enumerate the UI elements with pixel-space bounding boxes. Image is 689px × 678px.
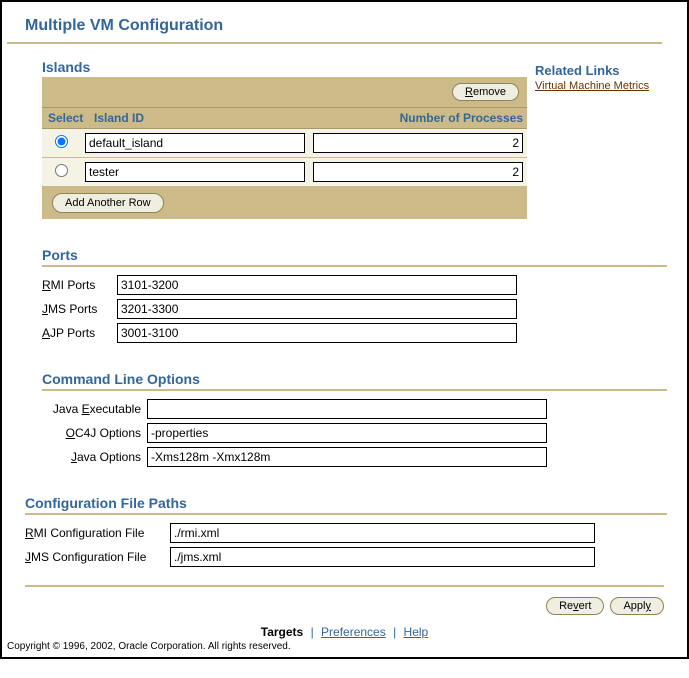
oc4j-options-input[interactable] [147, 423, 547, 443]
page-title: Multiple VM Configuration [7, 12, 682, 40]
rmi-config-file-label: RMI Configuration File [25, 526, 170, 540]
islands-table: Remove Select Island ID Number of Proces… [42, 77, 527, 219]
divider [25, 513, 667, 515]
divider [42, 265, 667, 267]
apply-button[interactable]: Apply [610, 597, 664, 615]
footer-help-link[interactable]: Help [404, 625, 429, 639]
jms-config-file-label: JMS Configuration File [25, 550, 170, 564]
col-header-select: Select [42, 108, 88, 128]
rmi-ports-input[interactable] [117, 275, 517, 295]
col-header-island-id: Island ID [88, 108, 307, 128]
related-links: Related Links Virtual Machine Metrics [535, 59, 649, 219]
section-heading-ports: Ports [42, 247, 667, 263]
revert-button[interactable]: Revert [546, 597, 604, 615]
footer-links: Targets | Preferences | Help [7, 625, 682, 639]
select-radio[interactable] [55, 135, 68, 148]
virtual-machine-metrics-link[interactable]: Virtual Machine Metrics [535, 80, 649, 92]
jms-ports-label: JMS Ports [42, 302, 117, 316]
footer-targets[interactable]: Targets [261, 625, 303, 639]
jms-ports-input[interactable] [117, 299, 517, 319]
divider [42, 389, 667, 391]
col-header-num-processes: Number of Processes [307, 108, 527, 128]
rmi-ports-label: RMI Ports [42, 278, 117, 292]
section-heading-cmd: Command Line Options [42, 371, 667, 387]
java-options-input[interactable] [147, 447, 547, 467]
copyright: Copyright © 1996, 2002, Oracle Corporati… [7, 639, 682, 652]
divider [7, 42, 662, 44]
table-row [42, 158, 527, 187]
java-executable-label: Java Executable [42, 402, 147, 416]
remove-button[interactable]: Remove [452, 83, 519, 101]
rmi-config-file-input[interactable] [170, 523, 595, 543]
num-processes-input[interactable] [313, 162, 523, 182]
num-processes-input[interactable] [313, 133, 523, 153]
table-row [42, 129, 527, 158]
section-heading-paths: Configuration File Paths [25, 495, 667, 511]
oc4j-options-label: OC4J Options [42, 426, 147, 440]
island-id-input[interactable] [85, 162, 305, 182]
island-id-input[interactable] [85, 133, 305, 153]
java-executable-input[interactable] [147, 399, 547, 419]
java-options-label: Java Options [42, 450, 147, 464]
ajp-ports-input[interactable] [117, 323, 517, 343]
footer-preferences-link[interactable]: Preferences [321, 625, 386, 639]
add-another-row-button[interactable]: Add Another Row [52, 193, 164, 213]
select-radio[interactable] [55, 164, 68, 177]
jms-config-file-input[interactable] [170, 547, 595, 567]
section-heading-islands: Islands [42, 59, 527, 75]
ajp-ports-label: AJP Ports [42, 326, 117, 340]
related-links-heading: Related Links [535, 63, 649, 78]
